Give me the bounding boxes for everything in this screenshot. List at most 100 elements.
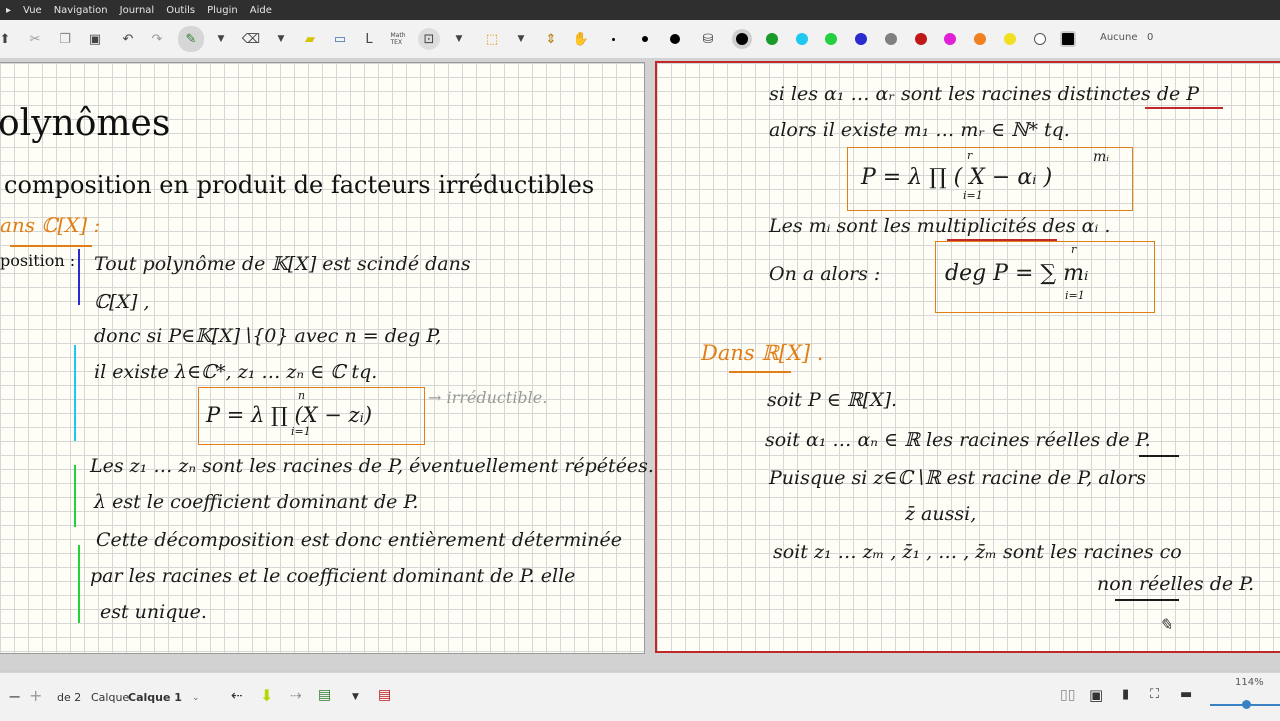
zoom-value: 114% [1235, 677, 1264, 688]
color-lightblue-icon[interactable] [796, 33, 808, 45]
page-title: olynômes [0, 103, 171, 144]
p2-line-10: non réelles de P. [1097, 573, 1255, 595]
workspace[interactable]: olynômes composition en produit de facte… [0, 58, 1280, 670]
color-gray-icon[interactable] [885, 33, 897, 45]
color-green-icon[interactable] [766, 33, 778, 45]
underline-distinctes [1145, 107, 1223, 109]
menu-aide[interactable]: Aide [244, 5, 278, 16]
text-icon[interactable]: Ⅼ [358, 28, 380, 50]
p2-line-9: soit z₁ … zₘ , z̄₁ , … , z̄ₘ sont les ra… [773, 541, 1182, 563]
color-custom-icon[interactable] [1060, 31, 1076, 47]
menu-navigation[interactable]: Navigation [48, 5, 114, 16]
hand-icon[interactable]: ✋ [570, 28, 592, 50]
line-style-value: 0 [1147, 32, 1154, 43]
select-object-icon[interactable]: ⊡ [418, 28, 440, 50]
color-yellow-icon[interactable] [1004, 33, 1016, 45]
new-layer-icon[interactable]: ▤ [318, 687, 331, 703]
color-red-icon[interactable] [915, 33, 927, 45]
menu-plugin[interactable]: Plugin [201, 5, 244, 16]
underline-reelles [1139, 455, 1179, 457]
layer-next-icon[interactable]: ⇢ [290, 688, 302, 704]
formula-3-lower: i=1 [1065, 289, 1085, 302]
layout-single-icon[interactable]: ▣ [1089, 686, 1103, 704]
formula-2-lower: i=1 [963, 189, 983, 202]
color-magenta-icon[interactable] [944, 33, 956, 45]
image-icon[interactable]: ▭ [329, 28, 351, 50]
heading-real: Dans ℝ[X] . [701, 341, 824, 365]
text-line-8: par les racines et le coefficient domina… [90, 565, 576, 587]
fit-page-icon[interactable]: ▬ [1180, 687, 1192, 702]
layer-dropdown-icon[interactable]: ⌄ [192, 693, 200, 703]
p2-line-4: On a alors : [769, 263, 881, 285]
layer-label: Calque [91, 691, 130, 704]
formula-2-exponent: mᵢ [1093, 149, 1110, 165]
line-style-label[interactable]: Aucune [1100, 32, 1138, 43]
zoom-slider-handle[interactable] [1242, 700, 1251, 709]
heading-complex: ans ℂ[X] : [0, 213, 101, 237]
fit-width-icon[interactable]: ▮ [1122, 687, 1129, 702]
save-icon[interactable]: ⬆ [0, 28, 16, 50]
vertical-space-icon[interactable]: ⇕ [540, 28, 562, 50]
margin-bar-blue [78, 249, 80, 305]
proposition-label: position : [0, 251, 76, 270]
p2-line-6: soit α₁ … αₙ ∈ ℝ les racines réelles de … [765, 429, 1151, 451]
underline-non-reelles [1115, 599, 1179, 601]
select-rect-icon[interactable]: ⬚ [481, 28, 503, 50]
thin-width-icon[interactable] [612, 38, 615, 41]
status-bar: − + de 2 Calque Calque 1 ⌄ ⇠ ⬇ ⇢ ▤ ▼ ▤ ▯… [0, 672, 1280, 721]
layer-down-icon[interactable]: ⬇ [260, 686, 273, 705]
undo-icon[interactable]: ↶ [117, 28, 139, 50]
paste-icon[interactable]: ▣ [84, 28, 106, 50]
fill-icon[interactable]: ⛁ [697, 28, 719, 50]
color-black-icon[interactable] [736, 33, 748, 45]
formula-2: P = λ ∏ ( X − αᵢ ) [861, 165, 1053, 190]
math-tex-icon[interactable]: Math TEX [387, 28, 409, 50]
menu-outils[interactable]: Outils [160, 5, 201, 16]
text-line-5: Les z₁ … zₙ sont les racines de P, évent… [90, 455, 654, 477]
page-2[interactable]: si les α₁ … αᵣ sont les racines distinct… [655, 61, 1280, 653]
heading-real-underline [729, 371, 791, 373]
zoom-in-icon[interactable]: + [29, 686, 42, 705]
formula-3-upper: r [1071, 243, 1077, 256]
medium-width-icon[interactable] [642, 36, 648, 42]
menu-journal[interactable]: Journal [114, 5, 161, 16]
layout-book-icon[interactable]: ▯▯ [1060, 687, 1075, 703]
text-line-6: λ est le coefficient dominant de P. [94, 491, 419, 513]
annotation-irreductible: → irréductible. [428, 388, 548, 407]
new-layer-dropdown-icon[interactable]: ▼ [352, 692, 359, 702]
menu-bar: ▸ Vue Navigation Journal Outils Plugin A… [0, 0, 1280, 20]
color-white-icon[interactable] [1034, 33, 1046, 45]
highlighter-icon[interactable]: ▰ [299, 28, 321, 50]
color-blue-icon[interactable] [855, 33, 867, 45]
select-dropdown-icon[interactable]: ▼ [448, 28, 470, 50]
delete-layer-icon[interactable]: ▤ [378, 687, 391, 703]
menu-vue[interactable]: Vue [17, 5, 48, 16]
eraser-icon[interactable]: ⌫ [240, 28, 262, 50]
fullscreen-icon[interactable]: ⛶ [1150, 687, 1159, 702]
formula-1-lower: i=1 [291, 425, 311, 438]
copy-icon[interactable]: ❐ [54, 28, 76, 50]
formula-1-upper: n [298, 389, 306, 402]
eraser-dropdown-icon[interactable]: ▼ [270, 28, 292, 50]
page-1[interactable]: olynômes composition en produit de facte… [0, 62, 654, 654]
text-line-4: il existe λ∈ℂ*, z₁ … zₙ ∈ ℂ tq. [94, 361, 378, 383]
redo-icon[interactable]: ↷ [146, 28, 168, 50]
pen-icon[interactable]: ✎ [178, 26, 204, 52]
margin-bar-green-2 [78, 545, 80, 623]
p2-line-5: soit P ∈ ℝ[X]. [767, 389, 898, 411]
formula-2-upper: r [967, 149, 973, 162]
layer-select[interactable]: Calque 1 [128, 691, 182, 704]
pen-dropdown-icon[interactable]: ▼ [210, 28, 232, 50]
p2-line-3: Les mᵢ sont les multiplicités des αᵢ . [769, 215, 1111, 237]
select-rect-dropdown-icon[interactable]: ▼ [510, 28, 532, 50]
cut-icon[interactable]: ✂ [24, 28, 46, 50]
text-line-2: ℂ[X] , [94, 291, 150, 313]
layer-prev-icon[interactable]: ⇠ [231, 688, 243, 704]
formula-1: P = λ ∏ (X − zᵢ) [206, 403, 373, 427]
thick-width-icon[interactable] [670, 34, 680, 44]
margin-bar-cyan [74, 345, 76, 441]
color-orange-icon[interactable] [974, 33, 986, 45]
zoom-out-icon[interactable]: − [8, 687, 21, 706]
color-lightgreen-icon[interactable] [825, 33, 837, 45]
menu-edit-partial[interactable]: ▸ [0, 5, 17, 16]
